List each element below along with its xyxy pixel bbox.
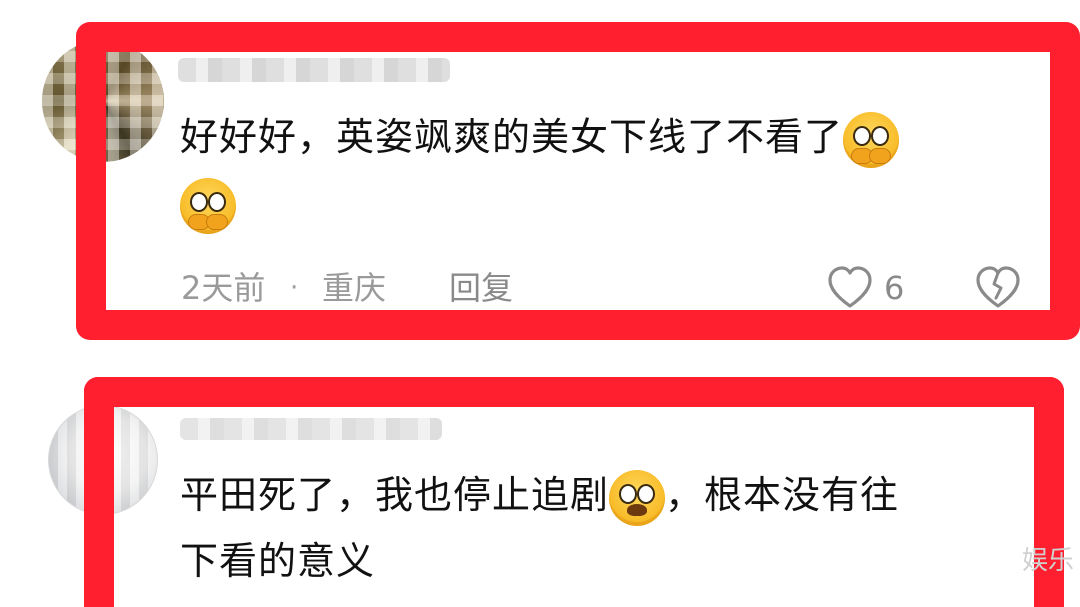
- watermark: 娱乐: [1021, 546, 1074, 576]
- highlight-frame: [76, 22, 1080, 340]
- highlight-frame: [84, 377, 1064, 607]
